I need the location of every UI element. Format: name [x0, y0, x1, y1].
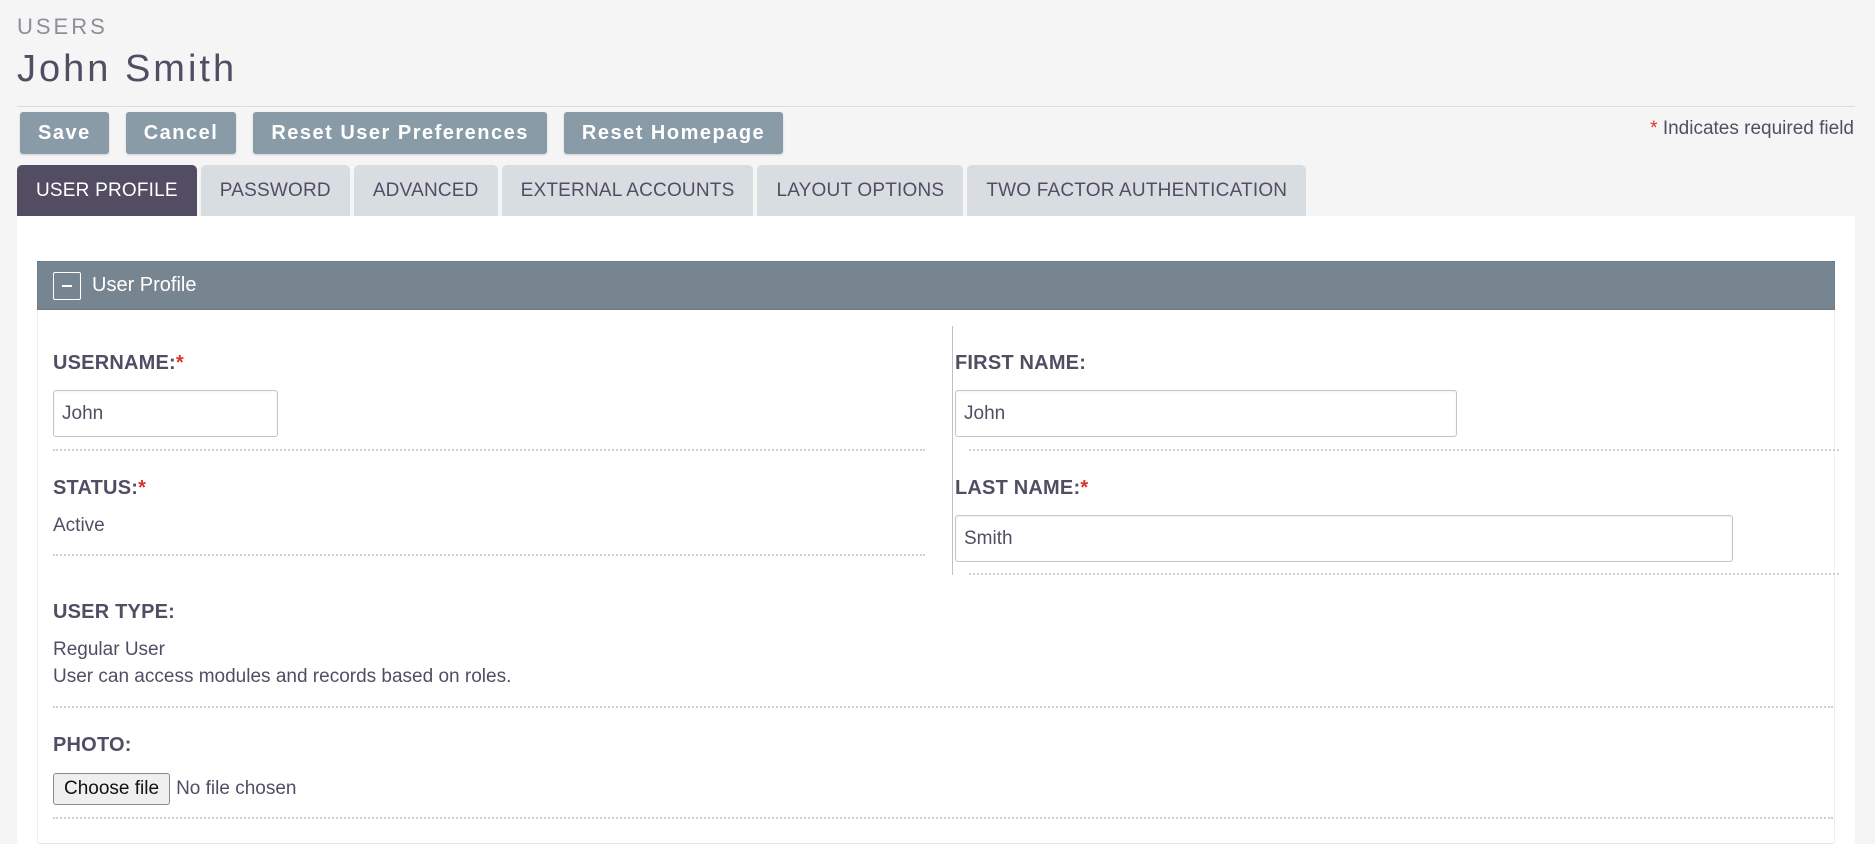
status-label: STATUS:*: [53, 477, 147, 499]
username-input[interactable]: [53, 390, 278, 437]
photo-label: PHOTO:: [53, 734, 132, 756]
row-separator: [53, 554, 925, 556]
status-field-group: STATUS:* Active: [53, 477, 146, 537]
username-label: USERNAME:*: [53, 352, 184, 374]
module-title: USERS: [17, 14, 108, 39]
user-type-value: Regular User: [53, 639, 165, 660]
photo-field-group: PHOTO: Choose file No file chosen: [53, 734, 296, 805]
row-separator: [969, 449, 1839, 451]
required-star: *: [1080, 477, 1089, 499]
row-separator: [53, 817, 1833, 819]
required-field-note: * Indicates required field: [1650, 118, 1854, 140]
user-edit-page: USERS John Smith Save Cancel Reset User …: [0, 0, 1875, 844]
collapse-button[interactable]: [53, 271, 81, 300]
row-separator: [53, 706, 1833, 708]
user-type-label: USER TYPE:: [53, 601, 176, 623]
required-star: *: [1650, 118, 1658, 139]
choose-file-button[interactable]: Choose file: [53, 773, 171, 805]
file-status-text: No file chosen: [176, 778, 297, 799]
tab-password[interactable]: PASSWORD: [200, 165, 350, 216]
last-name-field-group: LAST NAME:*: [955, 477, 1088, 500]
last-name-label: LAST NAME:*: [955, 477, 1089, 499]
title-divider: [17, 106, 1855, 107]
minus-icon: [62, 284, 72, 287]
status-value: Active: [53, 515, 105, 536]
tab-content: User Profile USERNAME:* FIRST NAME:: [17, 216, 1855, 844]
reset-homepage-button[interactable]: Reset Homepage: [563, 112, 784, 154]
tab-layout-options[interactable]: LAYOUT OPTIONS: [757, 165, 964, 216]
column-divider: [952, 326, 953, 575]
user-profile-panel: User Profile USERNAME:* FIRST NAME:: [37, 216, 1839, 844]
cancel-button[interactable]: Cancel: [125, 112, 237, 154]
reset-user-preferences-button[interactable]: Reset User Preferences: [253, 112, 547, 154]
panel-title: User Profile: [92, 274, 197, 296]
row-separator: [53, 449, 925, 451]
tab-advanced[interactable]: ADVANCED: [353, 165, 498, 216]
tab-external-accounts[interactable]: EXTERNAL ACCOUNTS: [501, 165, 754, 216]
panel-body: [37, 310, 1835, 844]
panel-header[interactable]: User Profile: [37, 261, 1835, 310]
action-toolbar: Save Cancel Reset User Preferences Reset…: [20, 112, 784, 154]
tab-two-factor-authentication[interactable]: TWO FACTOR AUTHENTICATION: [967, 165, 1307, 216]
photo-file-input: Choose file No file chosen: [53, 773, 296, 805]
last-name-input[interactable]: [955, 515, 1733, 562]
row-separator: [969, 573, 1839, 575]
user-type-description: User can access modules and records base…: [53, 666, 512, 687]
required-note-text: Indicates required field: [1662, 118, 1854, 139]
save-button[interactable]: Save: [20, 112, 109, 154]
first-name-input[interactable]: [955, 390, 1457, 437]
tab-user-profile[interactable]: USER PROFILE: [17, 165, 197, 216]
first-name-label: FIRST NAME:: [955, 352, 1087, 374]
user-type-field-group: USER TYPE: Regular User User can access …: [53, 601, 511, 688]
username-field-group: USERNAME:*: [53, 352, 184, 375]
first-name-field-group: FIRST NAME:: [955, 352, 1086, 375]
page-title: John Smith: [17, 48, 238, 90]
required-star: *: [138, 477, 147, 499]
tab-bar: USER PROFILE PASSWORD ADVANCED EXTERNAL …: [17, 165, 1307, 216]
required-star: *: [175, 352, 184, 374]
